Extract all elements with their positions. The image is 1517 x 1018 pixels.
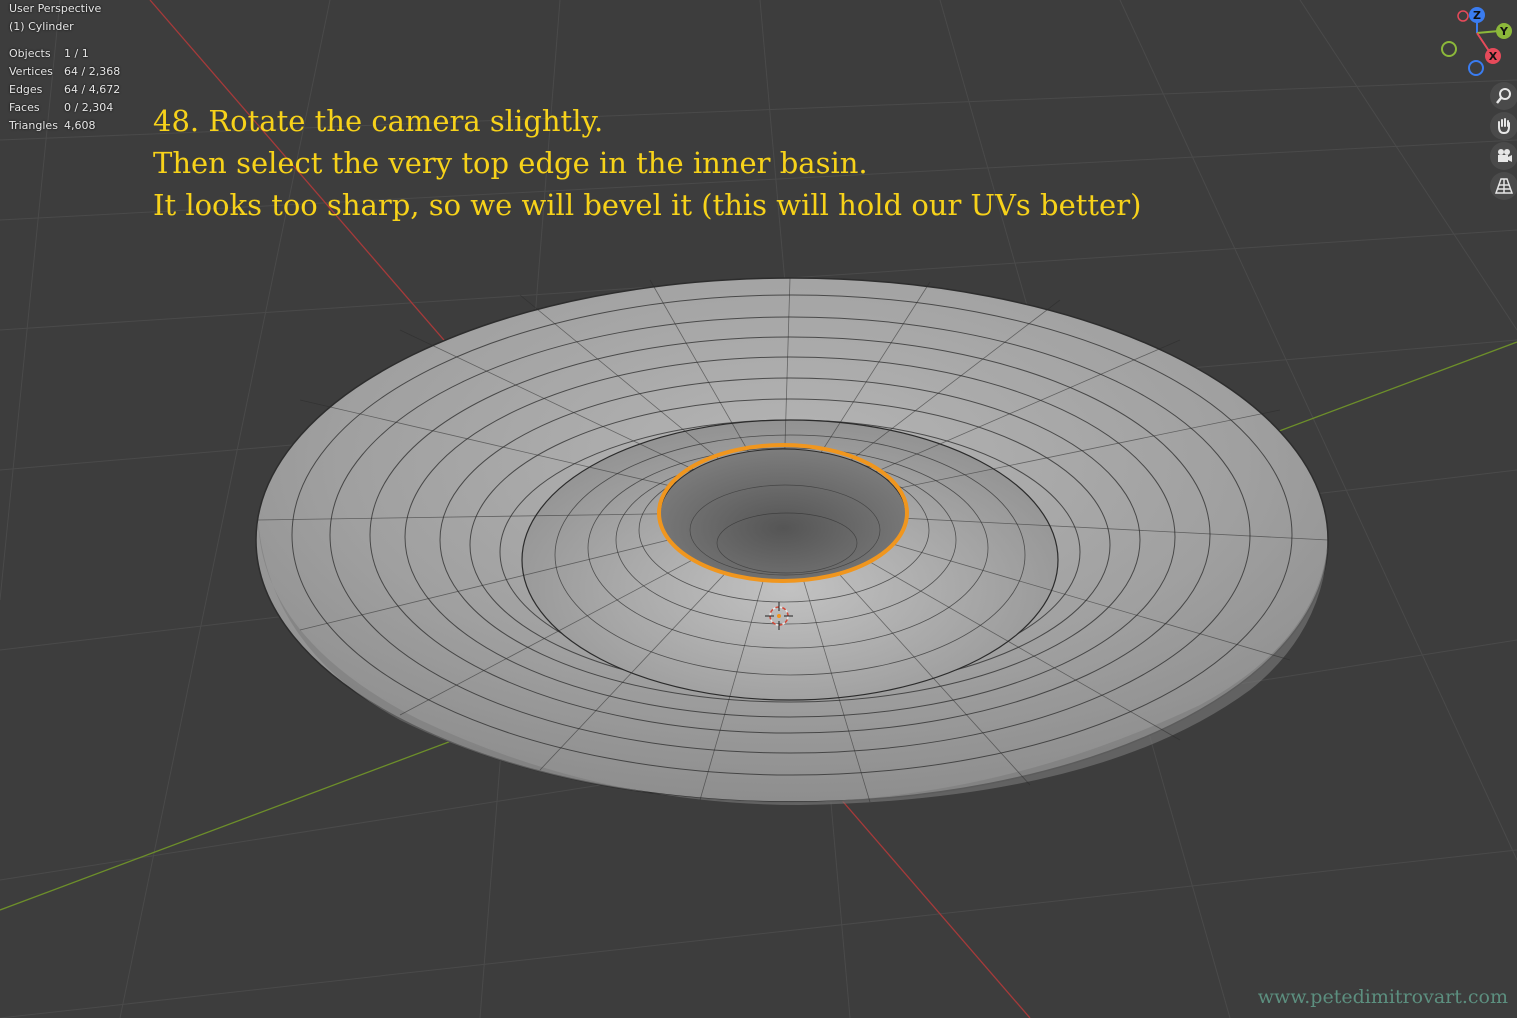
stat-value: 1 / 1 bbox=[64, 47, 89, 60]
camera-view-button[interactable] bbox=[1490, 142, 1517, 170]
view-name: User Perspective bbox=[9, 2, 102, 15]
stat-label: Vertices bbox=[9, 65, 53, 78]
y-axis-label: Y bbox=[1499, 25, 1509, 38]
z-axis-label: Z bbox=[1473, 9, 1481, 22]
active-object-name: (1) Cylinder bbox=[9, 20, 74, 33]
grid-perspective-icon bbox=[1495, 178, 1513, 194]
stat-row-faces: Faces 0 / 2,304 bbox=[9, 99, 134, 117]
x-axis-button[interactable]: X bbox=[1485, 48, 1501, 64]
stat-row-triangles: Triangles 4,608 bbox=[9, 117, 134, 135]
z-axis-button[interactable]: Z bbox=[1469, 7, 1485, 23]
cylinder-mesh bbox=[255, 277, 1329, 805]
viewport-info: User Perspective (1) Cylinder bbox=[9, 0, 101, 36]
scene-statistics: Objects 1 / 1 Vertices 64 / 2,368 Edges … bbox=[9, 45, 134, 135]
neg-z-axis-button[interactable] bbox=[1468, 60, 1484, 76]
y-axis-button[interactable]: Y bbox=[1496, 23, 1512, 39]
camera-icon bbox=[1498, 149, 1512, 162]
x-axis-label: X bbox=[1489, 50, 1498, 63]
tutorial-instruction: 48. Rotate the camera slightly. Then sel… bbox=[153, 100, 1141, 226]
zoom-button[interactable] bbox=[1490, 82, 1517, 110]
stat-label: Objects bbox=[9, 47, 51, 60]
stat-value: 4,608 bbox=[64, 119, 96, 132]
stat-value: 64 / 4,672 bbox=[64, 83, 121, 96]
zoom-icon bbox=[1496, 88, 1511, 104]
hand-pan-icon bbox=[1498, 118, 1510, 135]
stat-row-vertices: Vertices 64 / 2,368 bbox=[9, 63, 134, 81]
stat-row-edges: Edges 64 / 4,672 bbox=[9, 81, 134, 99]
stat-label: Faces bbox=[9, 101, 40, 114]
pan-button[interactable] bbox=[1490, 112, 1517, 140]
stat-value: 64 / 2,368 bbox=[64, 65, 121, 78]
stat-value: 0 / 2,304 bbox=[64, 101, 114, 114]
stat-row-objects: Objects 1 / 1 bbox=[9, 45, 134, 63]
stat-label: Edges bbox=[9, 83, 43, 96]
perspective-toggle-button[interactable] bbox=[1490, 172, 1517, 200]
neg-y-axis-button[interactable] bbox=[1441, 41, 1457, 57]
instruction-line-2: Then select the very top edge in the inn… bbox=[153, 146, 868, 180]
navigation-gizmo[interactable]: Z Y X bbox=[1430, 0, 1517, 87]
neg-x-axis-button[interactable] bbox=[1457, 10, 1469, 22]
instruction-line-1: 48. Rotate the camera slightly. bbox=[153, 104, 604, 138]
watermark: www.petedimitrovart.com bbox=[1257, 986, 1508, 1008]
instruction-line-3: It looks too sharp, so we will bevel it … bbox=[153, 188, 1142, 222]
stat-label: Triangles bbox=[9, 119, 58, 132]
